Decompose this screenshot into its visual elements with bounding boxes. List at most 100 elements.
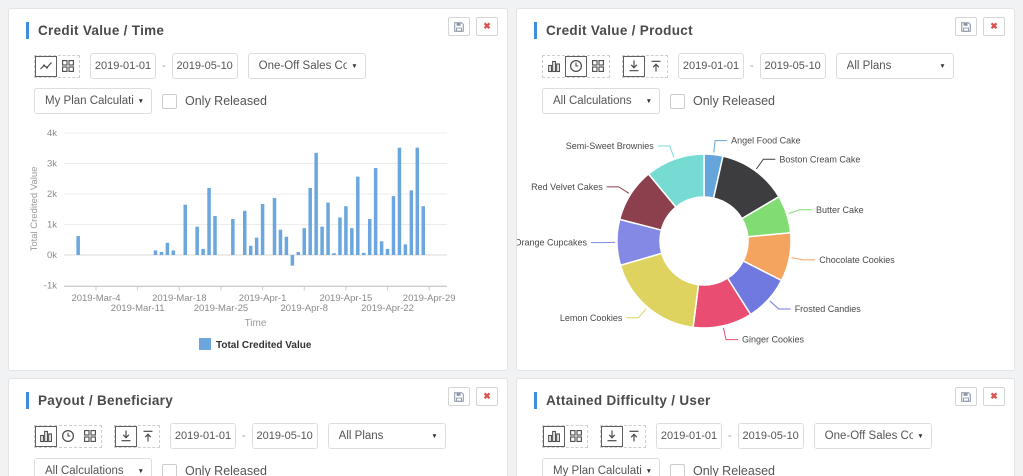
toggle-group (114, 424, 160, 448)
bar-chart-icon[interactable] (543, 56, 565, 77)
plan-select[interactable]: One-Off Sales Cont▼ (813, 423, 932, 449)
accent-bar (534, 392, 537, 409)
date-to-input[interactable] (171, 53, 238, 79)
only-released-checkbox[interactable]: Only Released (670, 93, 775, 109)
plan-select[interactable]: All Plans ▼ (327, 423, 446, 449)
date-from-input[interactable] (170, 423, 236, 449)
save-button[interactable] (955, 17, 977, 36)
toolbar-row-2: My Plan Calculatior▼ Only Released (9, 79, 507, 114)
checkbox-box[interactable] (162, 93, 177, 109)
accent-bar (534, 22, 537, 39)
panel-title: Credit Value / Product (546, 23, 693, 38)
close-icon: ✖ (483, 391, 491, 401)
floppy-icon (961, 391, 971, 402)
clock-icon[interactable] (57, 426, 79, 447)
date-from-input[interactable] (656, 423, 722, 449)
only-released-checkbox[interactable]: Only Released (162, 463, 267, 476)
chevron-down-icon: ▼ (645, 97, 652, 105)
clock-icon[interactable] (565, 55, 587, 77)
panel-attained-difficulty-user: Attained Difficulty / User ✖ - One-Off S… (516, 378, 1015, 476)
grid-icon[interactable] (79, 426, 101, 447)
svg-text:Lemon Cookies: Lemon Cookies (560, 313, 623, 323)
date-separator: - (750, 60, 754, 72)
checkbox-box[interactable] (670, 463, 685, 476)
svg-text:Total Credited Value: Total Credited Value (216, 340, 312, 351)
chevron-down-icon: ▼ (137, 467, 144, 475)
panel-title: Attained Difficulty / User (546, 393, 711, 408)
upload-icon[interactable] (645, 56, 667, 77)
date-from-input[interactable] (678, 53, 744, 79)
grid-icon[interactable] (565, 426, 587, 447)
svg-text:Frosted Candies: Frosted Candies (795, 304, 862, 314)
svg-text:Semi-Sweet Brownies: Semi-Sweet Brownies (566, 141, 655, 151)
save-button[interactable] (448, 17, 470, 36)
panel-title: Credit Value / Time (38, 23, 165, 38)
only-released-checkbox[interactable]: Only Released (162, 93, 267, 109)
panel-credit-value-product: Credit Value / Product ✖ - All Plans▼ Al… (516, 8, 1015, 371)
chevron-down-icon: ▼ (431, 432, 438, 440)
plan-select[interactable]: All Plans ▼ (835, 53, 954, 79)
close-button[interactable]: ✖ (983, 387, 1005, 406)
close-button[interactable]: ✖ (476, 387, 498, 406)
svg-text:2019-Apr-22: 2019-Apr-22 (361, 303, 414, 314)
toolbar-row-2: All Calculations ▼ Only Released (9, 449, 507, 476)
close-button[interactable]: ✖ (476, 17, 498, 36)
svg-text:2019-Apr-29: 2019-Apr-29 (403, 293, 456, 304)
download-icon[interactable] (115, 425, 137, 447)
panel-payout-beneficiary: Payout / Beneficiary ✖ - All Plans▼ All … (8, 378, 508, 476)
svg-text:Ginger Cookies: Ginger Cookies (742, 335, 805, 345)
date-to-input[interactable] (251, 423, 318, 449)
line-chart-icon[interactable] (35, 55, 57, 77)
toolbar-row-1: - One-Off Sales Cont▼ (517, 413, 1014, 449)
bar-chart-icon[interactable] (35, 425, 57, 447)
toolbar-row-2: All Calculations ▼ Only Released (517, 79, 1014, 114)
plan-select[interactable]: One-Off Sales Cont▼ (247, 53, 366, 79)
checkbox-box[interactable] (162, 463, 177, 476)
date-separator: - (242, 430, 246, 442)
calculation-select[interactable]: All Calculations ▼ (542, 88, 660, 114)
accent-bar (26, 392, 29, 409)
calculation-select[interactable]: My Plan Calculatior▼ (34, 88, 152, 114)
svg-text:3k: 3k (47, 159, 57, 170)
close-button[interactable]: ✖ (983, 17, 1005, 36)
date-to-input[interactable] (759, 53, 826, 79)
accent-bar (26, 22, 29, 39)
calculation-select[interactable]: My Plan Calculatior▼ (542, 458, 660, 476)
upload-icon[interactable] (623, 426, 645, 447)
bar-chart-icon[interactable] (543, 425, 565, 447)
toggle-group (542, 54, 610, 78)
save-button[interactable] (955, 387, 977, 406)
toolbar-row-1: - One-Off Sales Cont▼ (9, 43, 507, 79)
only-released-checkbox[interactable]: Only Released (670, 463, 775, 476)
donut-chart[interactable]: Angel Food Cake Boston Cream Cake Butter C… (517, 114, 1014, 370)
grid-icon[interactable] (57, 56, 79, 77)
floppy-icon (454, 21, 464, 32)
chevron-down-icon: ▼ (917, 432, 924, 440)
chart-type-toggle-group (34, 424, 160, 448)
toolbar-row-2: My Plan Calculatior▼ Only Released (517, 449, 1014, 476)
checkbox-box[interactable] (670, 93, 685, 109)
calculation-select[interactable]: All Calculations ▼ (34, 458, 152, 476)
bar-chart[interactable]: -1k 0k 1k 2k 3k 4k Total Credited Value 2019-Ma… (9, 114, 507, 370)
date-separator: - (162, 60, 166, 72)
svg-text:Time: Time (245, 318, 267, 329)
close-icon: ✖ (990, 21, 998, 31)
svg-text:2019-Mar-11: 2019-Mar-11 (111, 303, 165, 314)
download-icon[interactable] (601, 425, 623, 447)
save-button[interactable] (448, 387, 470, 406)
close-icon: ✖ (990, 391, 998, 401)
date-from-input[interactable] (90, 53, 156, 79)
grid-icon[interactable] (587, 56, 609, 77)
checkbox-label: Only Released (185, 94, 267, 108)
date-to-input[interactable] (737, 423, 804, 449)
svg-text:Orange Cupcakes: Orange Cupcakes (517, 238, 588, 248)
checkbox-label: Only Released (693, 94, 775, 108)
toggle-group (34, 54, 80, 78)
svg-text:4k: 4k (47, 128, 57, 139)
panel-title: Payout / Beneficiary (38, 393, 174, 408)
checkbox-label: Only Released (693, 464, 775, 476)
download-icon[interactable] (623, 55, 645, 77)
svg-text:0k: 0k (47, 250, 57, 261)
date-separator: - (728, 430, 732, 442)
upload-icon[interactable] (137, 426, 159, 447)
